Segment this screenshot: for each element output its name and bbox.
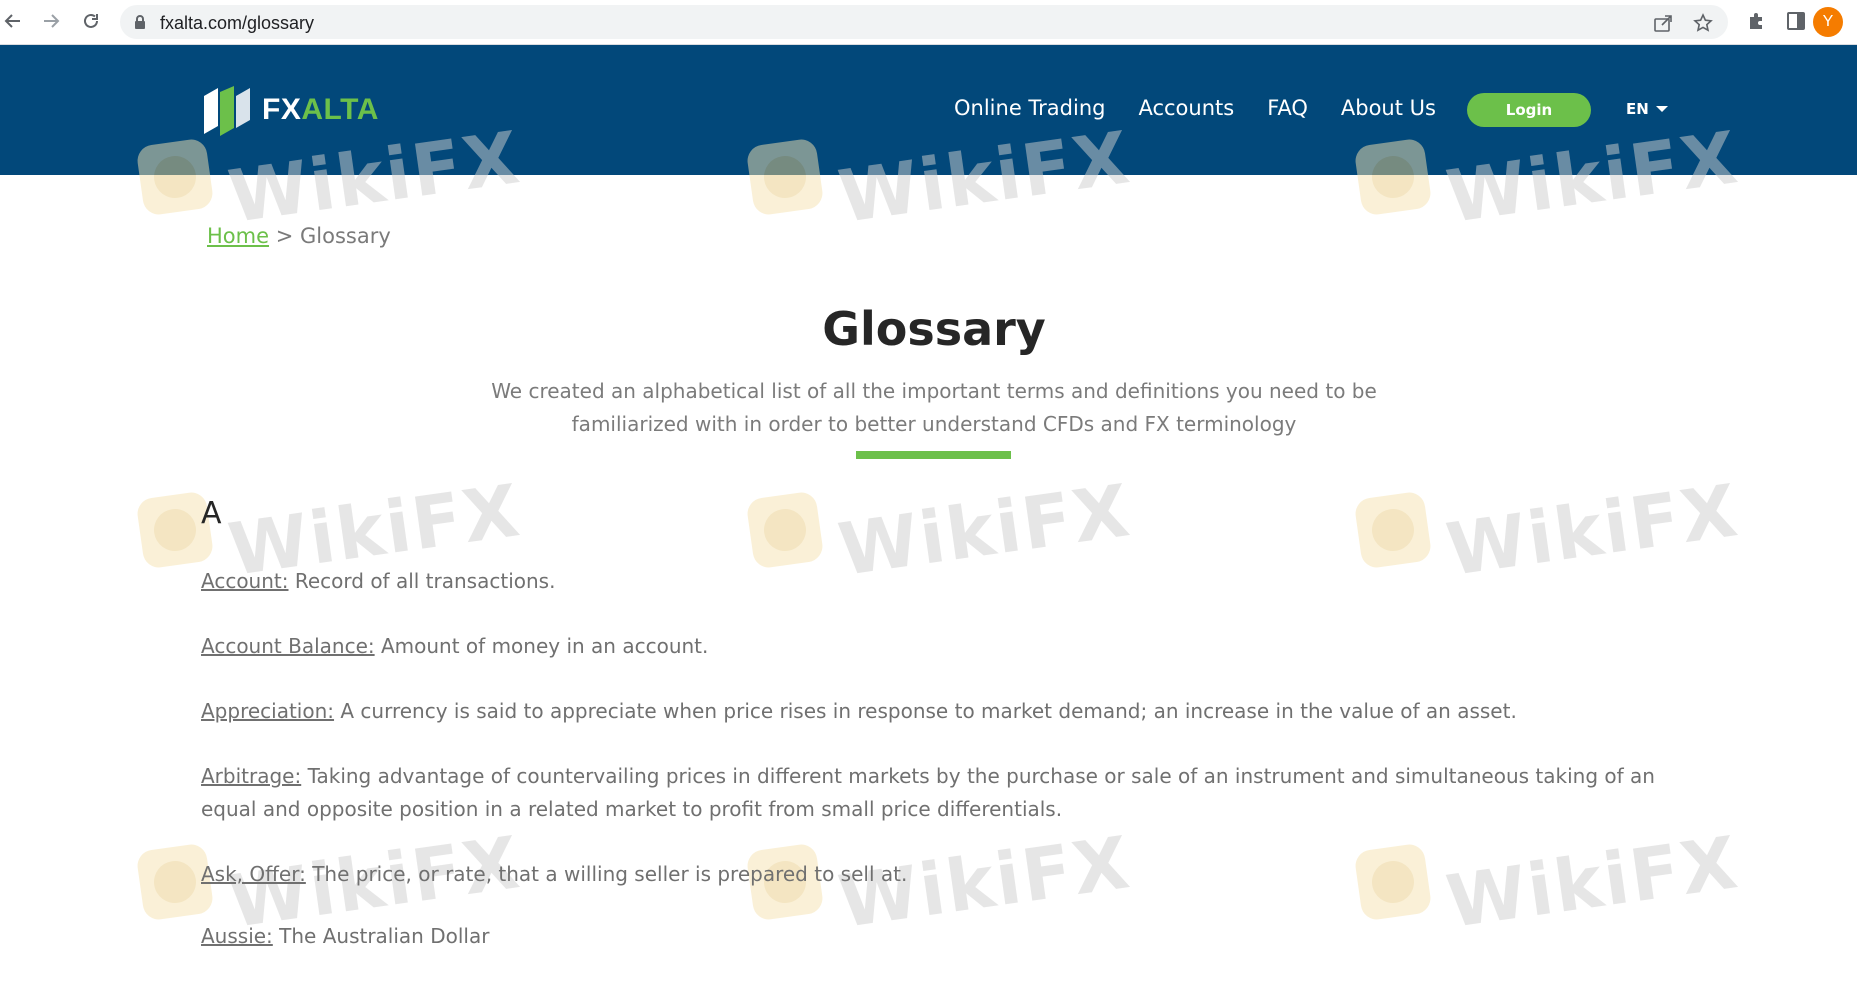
- glossary-term: Arbitrage: Taking advantage of counterva…: [201, 760, 1661, 826]
- breadcrumb-current: Glossary: [300, 224, 391, 248]
- reload-icon[interactable]: [78, 8, 104, 34]
- glossary-term: Account Balance: Amount of money in an a…: [201, 630, 1661, 663]
- language-selector[interactable]: EN: [1626, 100, 1668, 118]
- term-definition: Taking advantage of countervailing price…: [201, 764, 1655, 821]
- fxalta-logo[interactable]: FXALTA: [200, 82, 379, 138]
- glossary-term: Ask, Offer: The price, or rate, that a w…: [201, 858, 1661, 891]
- term-definition: Record of all transactions.: [288, 569, 556, 593]
- main-nav: Online Trading Accounts FAQ About Us: [954, 96, 1469, 120]
- intro-line-1: We created an alphabetical list of all t…: [491, 379, 1377, 403]
- glossary-term: Aussie: The Australian Dollar: [201, 920, 1661, 953]
- login-button[interactable]: Login: [1467, 93, 1591, 127]
- term-name-link[interactable]: Appreciation:: [201, 699, 334, 723]
- nav-faq[interactable]: FAQ: [1267, 96, 1308, 120]
- address-bar[interactable]: fxalta.com/glossary: [120, 5, 1728, 39]
- intro-line-2: familiarized with in order to better und…: [571, 412, 1297, 436]
- page-title: Glossary: [822, 302, 1046, 356]
- logo-text-alta: ALTA: [301, 93, 379, 126]
- glossary-term-list: Account: Record of all transactions. Acc…: [201, 565, 1661, 985]
- breadcrumb: Home > Glossary: [207, 224, 391, 248]
- term-name-link[interactable]: Account Balance:: [201, 634, 375, 658]
- chevron-down-icon: [1655, 106, 1668, 112]
- nav-accounts[interactable]: Accounts: [1138, 96, 1234, 120]
- profile-avatar[interactable]: Y: [1813, 7, 1843, 37]
- side-panel-icon[interactable]: [1784, 9, 1808, 33]
- glossary-letter-heading: A: [201, 496, 222, 531]
- title-underline-divider: [856, 451, 1011, 459]
- term-definition: The price, or rate, that a willing selle…: [305, 862, 908, 886]
- glossary-term: Appreciation: A currency is said to appr…: [201, 695, 1661, 728]
- watermark: WikiFX: [135, 468, 526, 592]
- forward-icon[interactable]: [38, 8, 64, 34]
- nav-online-trading[interactable]: Online Trading: [954, 96, 1105, 120]
- nav-about-us[interactable]: About Us: [1341, 96, 1436, 120]
- breadcrumb-separator: >: [275, 224, 294, 248]
- term-name-link[interactable]: Ask, Offer:: [201, 862, 306, 886]
- watermark: WikiFX: [745, 468, 1136, 592]
- share-icon[interactable]: [1652, 12, 1674, 34]
- logo-mark-icon: [204, 86, 250, 136]
- glossary-term: Account: Record of all transactions.: [201, 565, 1661, 598]
- breadcrumb-home-link[interactable]: Home: [207, 224, 269, 248]
- term-definition: The Australian Dollar: [272, 924, 490, 948]
- url-text[interactable]: fxalta.com/glossary: [160, 13, 314, 34]
- site-header: FXALTA Online Trading Accounts FAQ About…: [0, 45, 1857, 175]
- term-definition: A currency is said to appreciate when pr…: [334, 699, 1517, 723]
- watermark: WikiFX: [1353, 468, 1744, 592]
- lock-icon: [134, 14, 146, 34]
- logo-text-fx: FX: [262, 93, 302, 126]
- language-label: EN: [1626, 100, 1649, 118]
- page-intro: We created an alphabetical list of all t…: [474, 375, 1394, 441]
- extensions-icon[interactable]: [1744, 9, 1768, 33]
- bookmark-star-icon[interactable]: [1692, 12, 1714, 34]
- browser-toolbar: fxalta.com/glossary Y: [0, 0, 1857, 45]
- term-name-link[interactable]: Account:: [201, 569, 289, 593]
- term-name-link[interactable]: Aussie:: [201, 924, 273, 948]
- term-name-link[interactable]: Arbitrage:: [201, 764, 301, 788]
- term-definition: Amount of money in an account.: [374, 634, 709, 658]
- back-icon[interactable]: [0, 8, 26, 34]
